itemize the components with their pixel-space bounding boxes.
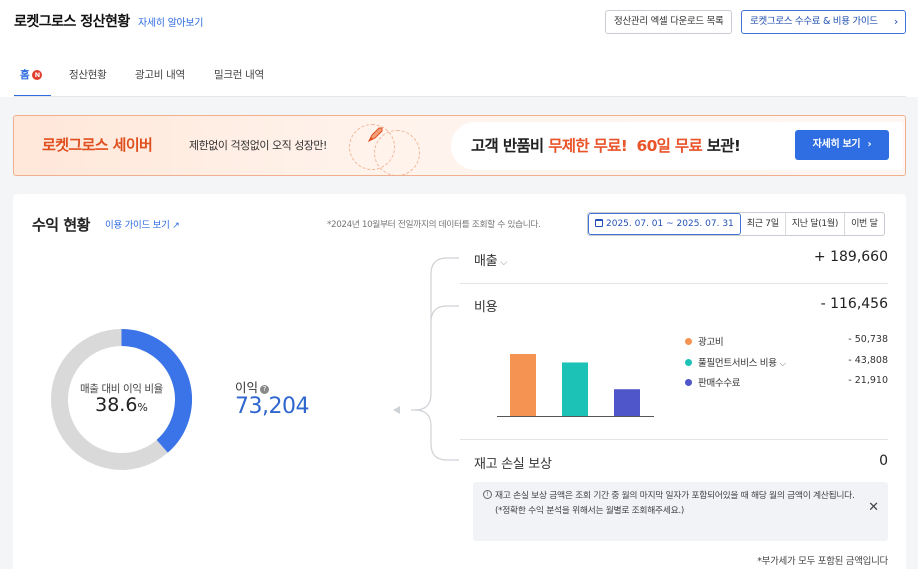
cost-bar	[510, 354, 536, 416]
new-badge: N	[32, 70, 43, 80]
inventory-loss-value: 0	[879, 453, 888, 469]
rocket-icon	[366, 126, 384, 148]
banner-subtitle: 제한없이 걱정없이 오직 성장만!	[189, 139, 327, 152]
cost-bar-chart	[497, 354, 654, 417]
page-header: 로켓그로스 정산현황 자세히 알아보기 정산관리 엑셀 다운로드 목록 로켓그로…	[0, 0, 918, 97]
excel-download-list-button[interactable]: 정산관리 엑셀 다운로드 목록	[605, 10, 733, 34]
legend-label: 풀필먼트서비스 비용	[698, 358, 777, 369]
date-filter: 2025. 07. 01 ~ 2025. 07. 31 최근 7일 지난 달(1…	[587, 212, 885, 236]
cost-bar	[614, 389, 640, 416]
row-divider	[460, 283, 888, 284]
banner-offer-panel: 고객 반품비 무제한 무료! 60일 무료 보관! 자세히 보기 ›	[451, 122, 903, 170]
legend-fulfillment[interactable]: 풀필먼트서비스 비용 ⌵	[685, 355, 786, 369]
date-range-label: 2025. 07. 01 ~ 2025. 07. 31	[606, 219, 734, 229]
chevron-right-icon: ›	[893, 15, 898, 28]
banner-headline-part: 보관!	[702, 137, 741, 155]
period-last-7-days[interactable]: 최근 7일	[741, 213, 785, 235]
bracket-connector	[393, 257, 459, 461]
cost-value: - 116,456	[820, 296, 888, 312]
banner-highlight: 무제한 무료!	[548, 137, 628, 155]
legend-value: - 50,738	[848, 334, 888, 345]
info-line: 재고 손실 보상 금액은 조회 기간 중 월의 마지막 일자가 포함되어있을 때…	[495, 491, 855, 501]
banner-brand: 로켓그로스 세이버	[42, 136, 153, 154]
close-icon[interactable]: ✕	[868, 500, 879, 515]
profit-label-text: 이익	[235, 380, 259, 395]
fee-guide-label: 로켓그로스 수수료 & 비용 가이드	[750, 16, 878, 27]
learn-more-link[interactable]: 자세히 알아보기	[138, 14, 203, 29]
sales-label: 매출	[474, 254, 498, 269]
external-link-icon: ↗	[172, 221, 180, 231]
ratio-unit: %	[137, 401, 148, 414]
legend-dot	[685, 379, 692, 386]
legend-sales-fee: 판매수수료	[685, 375, 741, 389]
tab-ad-costs[interactable]: 광고비 내역	[135, 67, 185, 82]
banner-more-button[interactable]: 자세히 보기 ›	[795, 130, 889, 160]
header-divider	[14, 96, 906, 97]
profit-value: 73,204	[235, 394, 309, 419]
info-icon: !	[483, 490, 492, 499]
sales-value: + 189,660	[813, 249, 888, 265]
inventory-loss-label: 재고 손실 보상	[474, 457, 552, 472]
banner-headline: 고객 반품비 무제한 무료! 60일 무료 보관!	[471, 134, 741, 156]
cost-bar	[562, 362, 588, 416]
row-divider	[460, 439, 888, 440]
page-title: 로켓그로스 정산현황	[14, 14, 130, 30]
legend-value: - 21,910	[848, 375, 888, 386]
fee-guide-button[interactable]: 로켓그로스 수수료 & 비용 가이드 ›	[741, 10, 906, 34]
legend-dot	[685, 338, 692, 345]
legend-value: - 43,808	[848, 355, 888, 366]
help-icon[interactable]: ?	[260, 385, 270, 394]
legend-label: 판매수수료	[698, 378, 741, 389]
legend-dot	[685, 359, 692, 366]
chevron-down-icon: ⌵	[500, 258, 507, 268]
sales-label-group[interactable]: 매출 ⌵	[474, 250, 507, 269]
ratio-number: 38.6	[95, 394, 138, 416]
info-line: (*정확한 수익 분석을 위해서는 월별로 조회해주세요.)	[495, 505, 684, 516]
tab-milkrun[interactable]: 밀크런 내역	[214, 67, 264, 82]
banner-highlight: 60일 무료	[636, 137, 703, 155]
inventory-info-box: ! 재고 손실 보상 금액은 조회 기간 중 월의 마지막 일자가 포함되어있을…	[473, 482, 888, 541]
banner-more-label: 자세히 보기	[812, 139, 861, 150]
vat-note: *부가세가 모두 포함된 금액입니다	[757, 556, 888, 567]
usage-guide-label: 이용 가이드 보기	[105, 220, 170, 231]
tab-settlement[interactable]: 정산현황	[69, 67, 107, 82]
promo-banner[interactable]: 로켓그로스 세이버 제한없이 걱정없이 오직 성장만! 고객 반품비 무제한 무…	[13, 115, 906, 176]
chevron-right-icon: ›	[867, 139, 872, 150]
info-text: 재고 손실 보상 금액은 조회 기간 중 월의 마지막 일자가 포함되어있을 때…	[495, 489, 855, 518]
date-range-picker[interactable]: 2025. 07. 01 ~ 2025. 07. 31	[588, 213, 741, 235]
banner-headline-part: 고객 반품비	[471, 137, 549, 155]
usage-guide-link[interactable]: 이용 가이드 보기 ↗	[105, 217, 180, 231]
card-title: 수익 현황	[32, 216, 90, 234]
profit-summary-card: 수익 현황 이용 가이드 보기 ↗ *2024년 10월부터 전일까지의 데이터…	[13, 194, 906, 569]
period-this-month[interactable]: 이번 달	[844, 213, 884, 235]
data-range-notice: *2024년 10월부터 전일까지의 데이터를 조회할 수 있습니다.	[327, 220, 541, 230]
cost-label: 비용	[474, 300, 498, 315]
legend-ad-cost: 광고비	[685, 334, 724, 348]
calendar-icon	[595, 219, 603, 227]
period-last-month[interactable]: 지난 달(1월)	[784, 213, 844, 235]
tab-home-label: 홈	[20, 69, 30, 81]
ratio-value: 38.6%	[48, 394, 195, 416]
chevron-down-icon: ⌵	[779, 359, 786, 368]
legend-label: 광고비	[698, 337, 724, 348]
tab-home[interactable]: 홈N	[20, 67, 43, 82]
